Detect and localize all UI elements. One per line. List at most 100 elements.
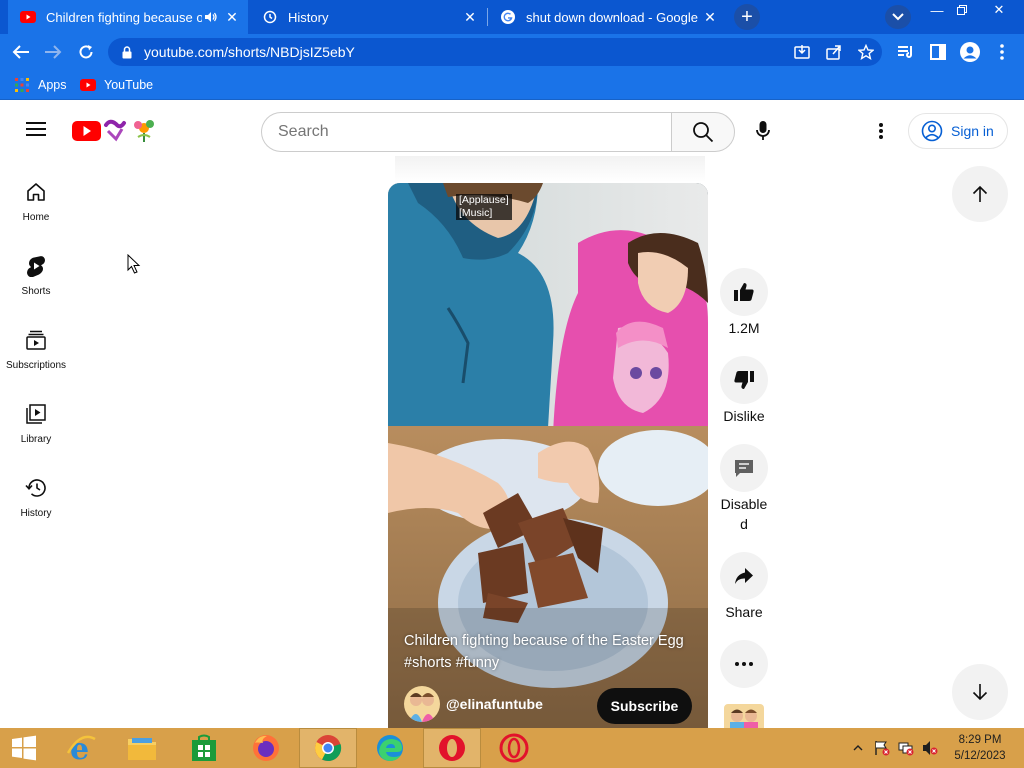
store-taskbar-icon[interactable]	[175, 728, 233, 768]
more-actions-button[interactable]	[720, 640, 768, 688]
chevron-down-icon	[892, 13, 904, 21]
arrow-left-icon	[12, 45, 29, 59]
closed-captions: [Applause] [Music]	[456, 194, 512, 220]
guide-item-library[interactable]: Library	[0, 390, 72, 454]
windows-taskbar: e 8:29 PM 5/12/2023	[0, 728, 1024, 768]
restore-window-button[interactable]	[947, 0, 977, 20]
speaker-icon[interactable]	[202, 8, 220, 26]
voice-search-mic-icon[interactable]	[750, 118, 776, 144]
url-text: youtube.com/shorts/NBDjsIZ5ebY	[144, 44, 355, 60]
dislike-button[interactable]	[720, 356, 768, 404]
next-short-button[interactable]	[952, 664, 1008, 720]
search-input[interactable]: Search	[261, 112, 672, 152]
network-icon[interactable]	[898, 740, 914, 756]
edge-taskbar-icon[interactable]	[361, 728, 419, 768]
short-title[interactable]: Children fighting because of the Easter …	[404, 630, 694, 674]
search-button[interactable]	[671, 112, 735, 152]
flag-notification-icon[interactable]	[874, 740, 890, 756]
channel-thumbnail[interactable]	[724, 704, 764, 728]
search-icon	[693, 122, 714, 143]
tab-search-button[interactable]	[885, 5, 911, 29]
clock-date: 5/12/2023	[954, 750, 1006, 762]
guide-item-subscriptions[interactable]: Subscriptions	[0, 316, 72, 380]
google-g-icon	[500, 9, 516, 25]
comment-icon	[735, 460, 753, 477]
more-horizontal-icon	[735, 662, 753, 666]
address-bar[interactable]: youtube.com/shorts/NBDjsIZ5ebY	[108, 38, 882, 66]
close-tab-icon[interactable]: ✕	[460, 7, 480, 27]
profile-icon[interactable]	[958, 40, 982, 64]
new-tab-button[interactable]: +	[734, 4, 760, 30]
guide-label: Subscriptions	[5, 360, 67, 371]
tab-title: shut down download - Google Search	[526, 9, 700, 25]
forward-button[interactable]	[41, 40, 65, 64]
share-arrow-icon	[735, 568, 753, 584]
account-circle-icon	[921, 120, 943, 142]
side-panel-icon[interactable]	[926, 40, 950, 64]
install-app-icon[interactable]	[792, 42, 812, 62]
settings-more-icon[interactable]	[868, 118, 894, 144]
thumbs-down-icon	[734, 371, 754, 389]
internet-explorer-taskbar-icon[interactable]: e	[52, 728, 110, 768]
shorts-icon	[24, 254, 48, 278]
youtube-doodle-logo[interactable]	[72, 118, 158, 142]
opera-gx-taskbar-icon[interactable]	[485, 728, 543, 768]
show-hidden-icons-chevron-icon[interactable]	[850, 740, 866, 756]
back-button[interactable]	[9, 40, 33, 64]
bookmark-apps[interactable]: Apps	[14, 75, 67, 95]
chrome-taskbar-icon[interactable]	[299, 728, 357, 768]
youtube-favicon-icon	[20, 9, 36, 25]
browser-toolbar: youtube.com/shorts/NBDjsIZ5ebY	[0, 34, 1024, 70]
comments-button[interactable]	[720, 444, 768, 492]
like-button[interactable]	[720, 268, 768, 316]
previous-short-button[interactable]	[952, 166, 1008, 222]
media-controls-icon[interactable]	[894, 40, 918, 64]
subscriptions-icon	[24, 328, 48, 352]
guide-label: Library	[20, 434, 52, 445]
tab-youtube-short[interactable]: Children fighting because of the Easter …	[8, 0, 248, 34]
guide-item-history[interactable]: History	[0, 464, 72, 528]
tab-google-search[interactable]: shut down download - Google Search ✕	[488, 0, 726, 34]
dislike-label: Dislike	[723, 408, 765, 424]
mouse-cursor-icon	[127, 253, 141, 279]
start-button[interactable]	[0, 728, 48, 768]
arrow-down-icon	[972, 684, 988, 701]
like-count: 1.2M	[728, 320, 760, 336]
youtube-icon	[80, 77, 96, 93]
tab-history[interactable]: History ✕	[250, 0, 486, 34]
guide-item-home[interactable]: Home	[0, 168, 72, 232]
tab-title: History	[288, 9, 329, 25]
library-icon	[24, 402, 48, 426]
comments-disabled-label: Disable d	[712, 494, 776, 534]
subscribe-button[interactable]: Subscribe	[597, 688, 692, 724]
bookmark-youtube[interactable]: YouTube	[80, 75, 153, 95]
history-clock-icon	[262, 9, 278, 25]
firefox-taskbar-icon[interactable]	[237, 728, 295, 768]
close-tab-icon[interactable]: ✕	[222, 7, 242, 27]
chrome-menu-icon[interactable]	[990, 40, 1014, 64]
channel-handle[interactable]: @elinafuntube	[446, 696, 543, 712]
guide-item-shorts[interactable]: Shorts	[0, 242, 72, 306]
file-explorer-taskbar-icon[interactable]	[113, 728, 171, 768]
apps-grid-icon	[14, 77, 30, 93]
reload-button[interactable]	[74, 40, 98, 64]
channel-info[interactable]: @elinafuntube	[404, 686, 543, 722]
bookmark-star-icon[interactable]	[856, 42, 876, 62]
reload-icon	[79, 45, 93, 59]
system-clock[interactable]: 8:29 PM 5/12/2023	[944, 732, 1016, 764]
bookmarks-bar: Apps YouTube	[0, 70, 1024, 100]
thumbs-up-icon	[734, 283, 754, 301]
close-window-button[interactable]: ✕	[984, 0, 1014, 20]
screen: Children fighting because of the Easter …	[0, 0, 1024, 768]
share-page-icon[interactable]	[824, 42, 844, 62]
close-tab-icon[interactable]: ✕	[700, 7, 720, 27]
tab-title: Children fighting because of the Easter …	[46, 9, 202, 25]
sign-in-button[interactable]: Sign in	[908, 113, 1008, 149]
opera-taskbar-icon[interactable]	[423, 728, 481, 768]
volume-muted-icon[interactable]	[922, 740, 938, 756]
comments-label-line: Disable	[720, 496, 768, 512]
lock-icon[interactable]	[120, 45, 134, 59]
channel-avatar[interactable]	[404, 686, 440, 722]
share-button[interactable]	[720, 552, 768, 600]
hamburger-menu-icon[interactable]	[24, 118, 48, 142]
